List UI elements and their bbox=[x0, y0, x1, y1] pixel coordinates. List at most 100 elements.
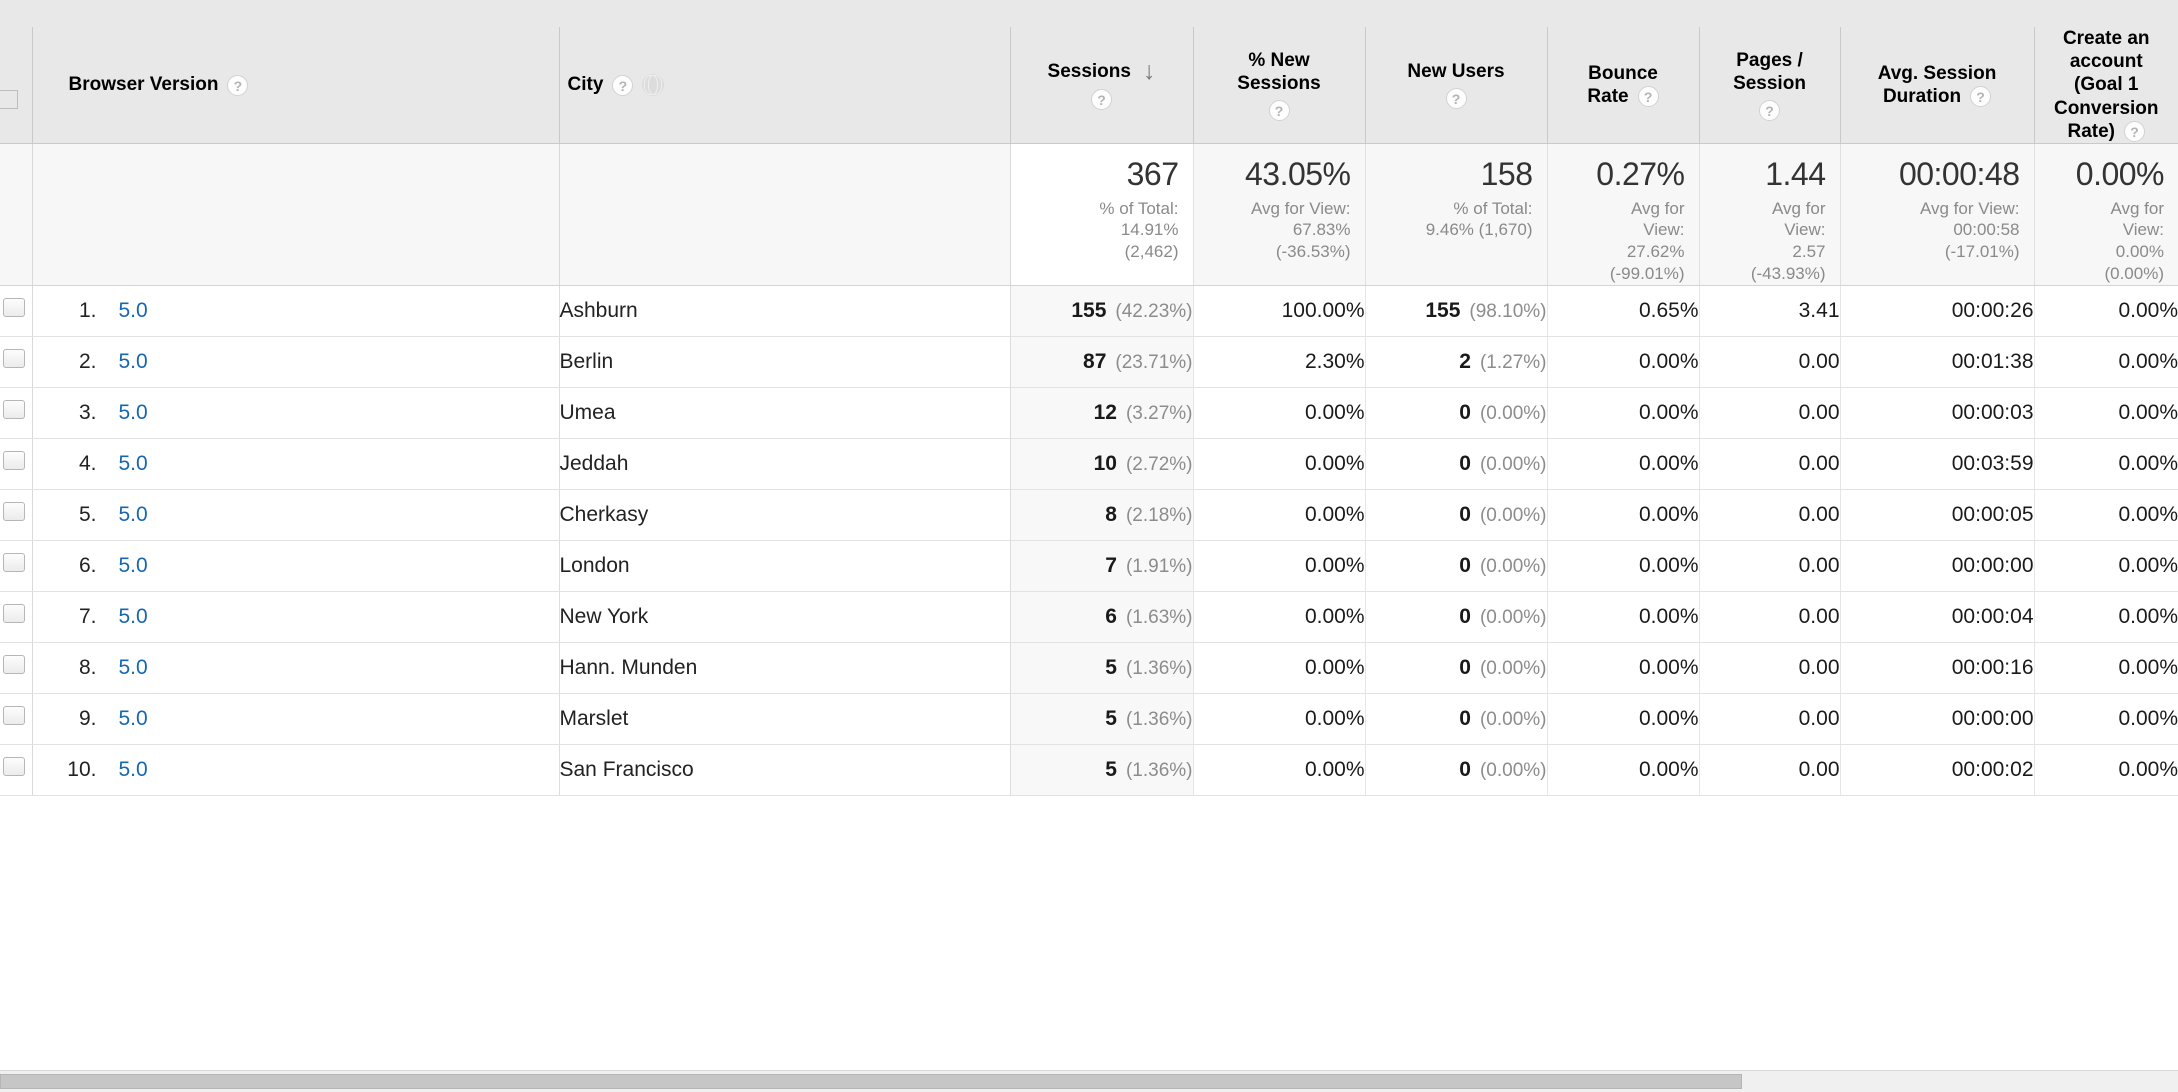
row-new-users-cell: 0 (0.00%) bbox=[1364, 438, 1547, 490]
analytics-data-table: Browser Version ? City ? Sessions ↓ ? % … bbox=[0, 0, 2178, 1092]
browser-version-link[interactable]: 5.0 bbox=[119, 707, 148, 731]
browser-version-link[interactable]: 5.0 bbox=[119, 299, 148, 323]
city-value: Hann. Munden bbox=[559, 655, 698, 679]
row-goal1-conversion-rate-cell: 0.00% bbox=[2033, 489, 2178, 541]
row-pct-new-sessions-cell: 100.00% bbox=[1192, 285, 1365, 337]
row-checkbox[interactable] bbox=[2, 655, 25, 675]
horizontal-scrollbar[interactable] bbox=[0, 1070, 2178, 1092]
avg-session-duration-value: 00:00:04 bbox=[1951, 604, 2034, 628]
bounce-rate-value: 0.00% bbox=[1638, 655, 1699, 679]
select-all-checkbox-cell[interactable] bbox=[0, 27, 33, 144]
row-sessions-cell: 7 (1.91%) bbox=[1009, 540, 1193, 592]
summary-goal1-value: 0.00% bbox=[2075, 156, 2165, 192]
row-browser-version-cell: 4. 5.0 bbox=[32, 438, 560, 490]
new-users-percent: (98.10%) bbox=[1469, 300, 1547, 322]
row-new-users-cell: 0 (0.00%) bbox=[1364, 693, 1547, 745]
sort-descending-arrow-icon[interactable]: ↓ bbox=[1143, 59, 1156, 84]
row-checkbox[interactable] bbox=[2, 400, 25, 420]
pct-new-sessions-value: 0.00% bbox=[1304, 502, 1365, 526]
sessions-percent: (1.63%) bbox=[1125, 606, 1193, 628]
browser-version-link[interactable]: 5.0 bbox=[119, 503, 148, 527]
row-new-users-cell: 0 (0.00%) bbox=[1364, 744, 1547, 796]
question-mark-icon[interactable]: ? bbox=[1970, 86, 1992, 108]
question-mark-icon[interactable]: ? bbox=[1445, 87, 1467, 109]
row-goal1-conversion-rate-cell: 0.00% bbox=[2033, 744, 2178, 796]
row-checkbox-cell[interactable] bbox=[0, 642, 33, 694]
row-pages-per-session-cell: 0.00 bbox=[1698, 693, 1840, 745]
question-mark-icon[interactable]: ? bbox=[1759, 99, 1780, 121]
row-city-cell: Umea bbox=[559, 387, 1011, 439]
row-avg-session-duration-cell: 00:00:00 bbox=[1839, 693, 2034, 745]
row-browser-version-cell: 8. 5.0 bbox=[32, 642, 560, 694]
column-header-goal1-conversion-rate[interactable]: Create an account (Goal 1 Conversion Rat… bbox=[2033, 27, 2178, 144]
city-value: Umea bbox=[559, 400, 616, 424]
row-checkbox-cell[interactable] bbox=[0, 744, 33, 796]
row-new-users-cell: 2 (1.27%) bbox=[1364, 336, 1547, 388]
row-checkbox[interactable] bbox=[2, 349, 25, 369]
row-checkbox-cell[interactable] bbox=[0, 387, 33, 439]
row-checkbox[interactable] bbox=[2, 706, 25, 726]
new-users-percent: (0.00%) bbox=[1479, 402, 1547, 424]
row-checkbox[interactable] bbox=[2, 502, 25, 522]
browser-version-link[interactable]: 5.0 bbox=[119, 452, 148, 476]
browser-version-link[interactable]: 5.0 bbox=[119, 605, 148, 629]
globe-icon[interactable] bbox=[642, 74, 665, 96]
row-browser-version-cell: 6. 5.0 bbox=[32, 540, 560, 592]
column-header-new-users[interactable]: New Users ? bbox=[1364, 27, 1547, 144]
browser-version-link[interactable]: 5.0 bbox=[119, 656, 148, 680]
row-browser-version-cell: 3. 5.0 bbox=[32, 387, 560, 439]
city-value: Ashburn bbox=[559, 298, 638, 322]
summary-pct-new-sessions-sub2: 67.83% bbox=[1292, 220, 1351, 240]
row-checkbox[interactable] bbox=[2, 553, 25, 573]
summary-new-users: 158 % of Total: 9.46% (1,670) bbox=[1364, 143, 1547, 286]
question-mark-icon[interactable]: ? bbox=[1091, 88, 1112, 110]
row-checkbox[interactable] bbox=[2, 604, 25, 624]
column-header-browser-version[interactable]: Browser Version ? bbox=[32, 27, 560, 144]
browser-version-link[interactable]: 5.0 bbox=[119, 350, 148, 374]
browser-version-link[interactable]: 5.0 bbox=[119, 554, 148, 578]
browser-version-link[interactable]: 5.0 bbox=[119, 758, 148, 782]
row-checkbox[interactable] bbox=[2, 298, 25, 318]
row-checkbox-cell[interactable] bbox=[0, 438, 33, 490]
row-checkbox-cell[interactable] bbox=[0, 336, 33, 388]
new-users-value: 0 bbox=[1459, 757, 1471, 781]
question-mark-icon[interactable]: ? bbox=[1268, 99, 1290, 121]
new-users-percent: (0.00%) bbox=[1479, 759, 1547, 781]
row-checkbox-cell[interactable] bbox=[0, 591, 33, 643]
column-header-city[interactable]: City ? bbox=[559, 27, 1011, 144]
row-pct-new-sessions-cell: 0.00% bbox=[1192, 591, 1365, 643]
question-mark-icon[interactable]: ? bbox=[227, 74, 249, 96]
question-mark-icon[interactable]: ? bbox=[1637, 86, 1659, 108]
select-all-checkbox[interactable] bbox=[0, 89, 18, 109]
row-checkbox-cell[interactable] bbox=[0, 285, 33, 337]
bounce-rate-value: 0.00% bbox=[1638, 604, 1699, 628]
summary-bounce-rate-sub4: (-99.01%) bbox=[1609, 263, 1685, 283]
row-browser-version-cell: 5. 5.0 bbox=[32, 489, 560, 541]
summary-sessions-sub3: (2,462) bbox=[1124, 242, 1179, 262]
row-checkbox-cell[interactable] bbox=[0, 489, 33, 541]
browser-version-link[interactable]: 5.0 bbox=[119, 401, 148, 425]
horizontal-scrollbar-thumb[interactable] bbox=[0, 1074, 1742, 1089]
goal1-conversion-rate-value: 0.00% bbox=[2118, 400, 2178, 424]
column-header-pages-per-session[interactable]: Pages / Session ? bbox=[1698, 27, 1840, 144]
column-header-bounce-rate[interactable]: Bounce Rate ? bbox=[1546, 27, 1699, 144]
column-header-pct-new-sessions[interactable]: % New Sessions ? bbox=[1192, 27, 1365, 144]
column-header-sessions[interactable]: Sessions ↓ ? bbox=[1009, 27, 1193, 144]
summary-pages-session-sub2: View: bbox=[1784, 220, 1826, 240]
row-city-cell: Marslet bbox=[559, 693, 1011, 745]
row-index: 8. bbox=[78, 655, 97, 679]
pages-session-value: 0.00 bbox=[1798, 502, 1840, 526]
row-checkbox[interactable] bbox=[2, 451, 25, 471]
question-mark-icon[interactable]: ? bbox=[2124, 120, 2145, 142]
summary-pct-new-sessions-value: 43.05% bbox=[1244, 156, 1351, 192]
row-checkbox-cell[interactable] bbox=[0, 540, 33, 592]
new-users-value: 0 bbox=[1459, 451, 1471, 475]
goal1-header-label-line1: Create an bbox=[2062, 28, 2150, 50]
goal1-header-label-line4: Conversion bbox=[2053, 97, 2159, 119]
row-city-cell: New York bbox=[559, 591, 1011, 643]
row-checkbox[interactable] bbox=[2, 757, 25, 777]
row-bounce-rate-cell: 0.00% bbox=[1546, 540, 1699, 592]
question-mark-icon[interactable]: ? bbox=[612, 74, 634, 96]
column-header-avg-session-duration[interactable]: Avg. Session Duration ? bbox=[1839, 27, 2034, 144]
row-checkbox-cell[interactable] bbox=[0, 693, 33, 745]
